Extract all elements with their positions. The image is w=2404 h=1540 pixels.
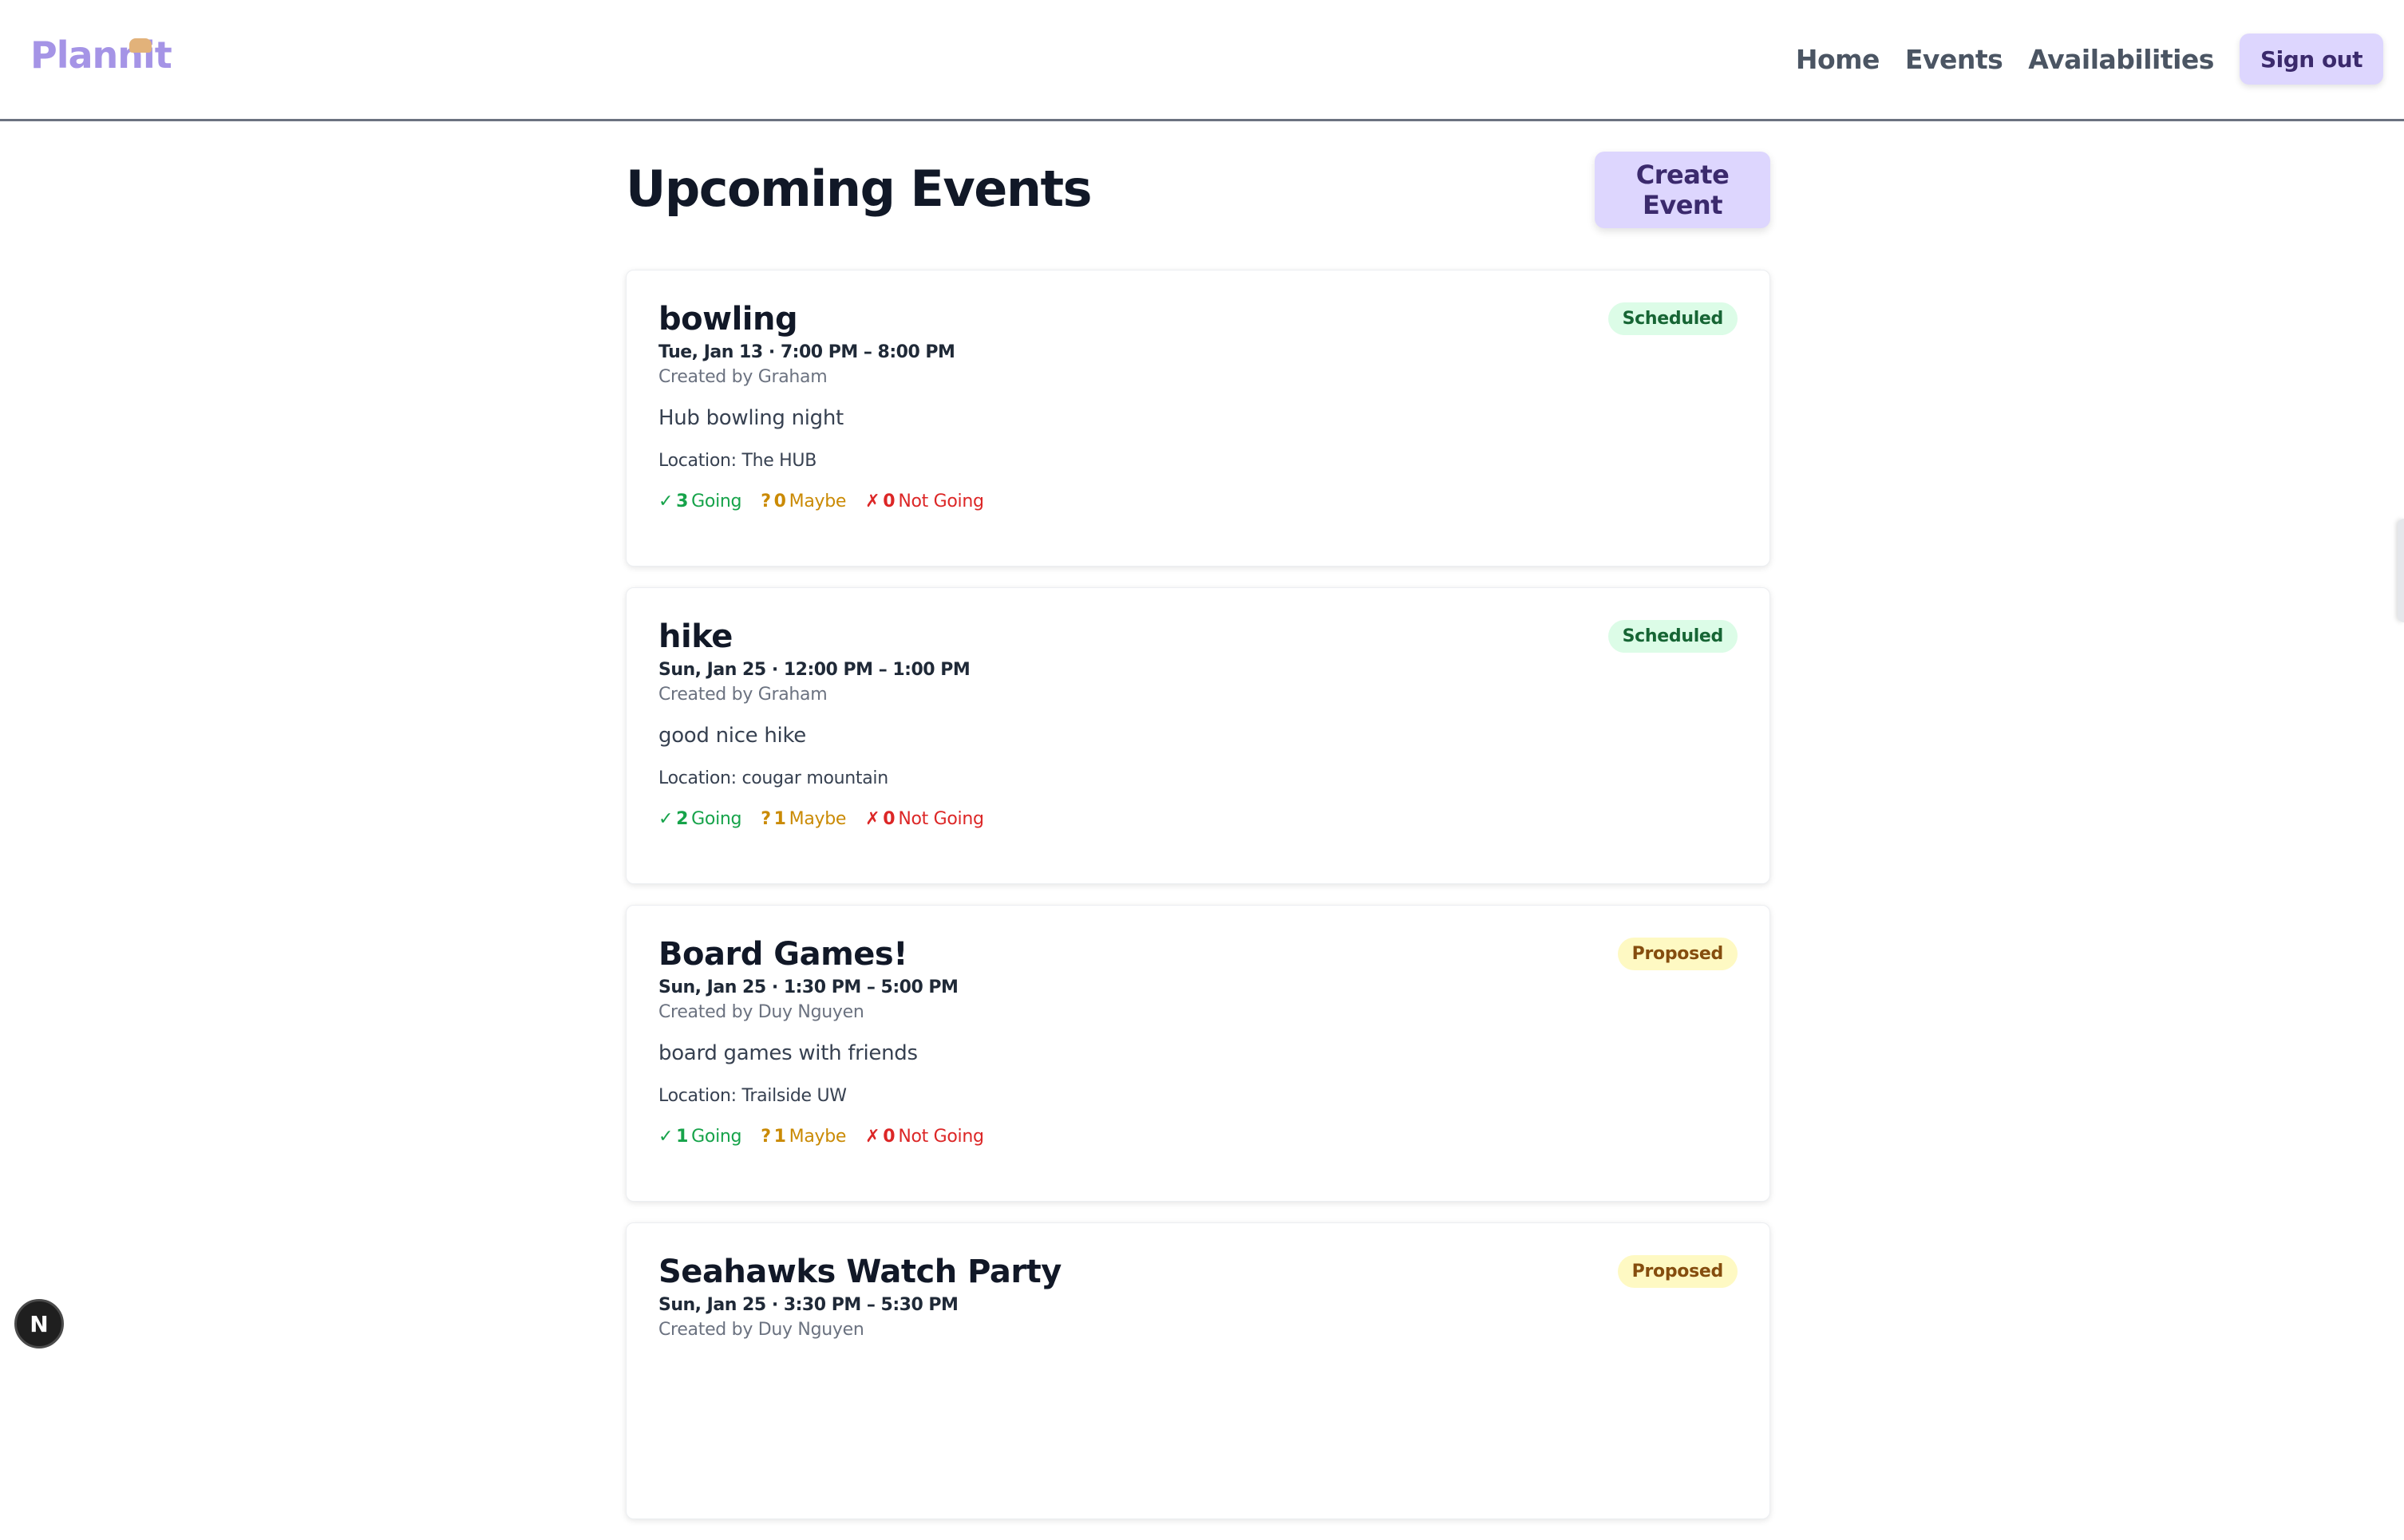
check-icon: ✓ (658, 1127, 674, 1147)
event-datetime: Sun, Jan 25 · 12:00 PM – 1:00 PM (658, 660, 971, 680)
status-badge: Proposed (1617, 1255, 1738, 1288)
event-location: Location: Trailside UW (658, 1086, 847, 1106)
event-title: hike (658, 618, 733, 655)
rsvp-going: ✓ 3 Going (658, 492, 741, 511)
maybe-label: Maybe (789, 492, 847, 511)
check-icon: ✓ (658, 492, 674, 511)
rsvp-summary: ✓ 2 Going ? 1 Maybe ✗ 0 Not Going (658, 809, 1738, 829)
question-icon: ? (761, 1127, 771, 1147)
cross-icon: ✗ (865, 1127, 880, 1147)
maybe-count: 1 (773, 809, 786, 829)
rsvp-summary: ✓ 1 Going ? 1 Maybe ✗ 0 Not Going (658, 1127, 1738, 1147)
not-going-count: 0 (883, 1127, 896, 1147)
event-list: bowling Tue, Jan 13 · 7:00 PM – 8:00 PM … (626, 270, 1770, 1540)
going-count: 1 (676, 1127, 689, 1147)
going-label: Going (691, 809, 742, 829)
going-label: Going (691, 1127, 742, 1147)
event-datetime: Sun, Jan 25 · 1:30 PM – 5:00 PM (658, 977, 959, 997)
event-location: Location: cougar mountain (658, 768, 888, 788)
rsvp-maybe: ? 1 Maybe (761, 809, 846, 829)
not-going-count: 0 (883, 809, 896, 829)
status-badge: Scheduled (1607, 620, 1738, 653)
event-description: Hub bowling night (658, 406, 844, 430)
going-label: Going (691, 492, 742, 511)
maybe-count: 1 (773, 1127, 786, 1147)
status-badge: Scheduled (1607, 302, 1738, 335)
event-creator: Created by Graham (658, 685, 828, 705)
maybe-label: Maybe (789, 1127, 847, 1147)
event-card-hike[interactable]: hike Sun, Jan 25 · 12:00 PM – 1:00 PM Cr… (626, 587, 1770, 884)
rsvp-maybe: ? 0 Maybe (761, 492, 846, 511)
status-badge: Proposed (1617, 938, 1738, 970)
event-creator: Created by Graham (658, 367, 828, 387)
event-creator: Created by Duy Nguyen (658, 1002, 864, 1022)
event-datetime: Sun, Jan 25 · 3:30 PM – 5:30 PM (658, 1295, 959, 1315)
nav-links: Home Events Availabilities Sign out (1796, 34, 2383, 85)
rsvp-maybe: ? 1 Maybe (761, 1127, 846, 1147)
event-description: board games with friends (658, 1041, 918, 1065)
event-creator: Created by Duy Nguyen (658, 1320, 864, 1340)
rsvp-not-going: ✗ 0 Not Going (865, 809, 984, 829)
cross-icon: ✗ (865, 492, 880, 511)
nextjs-dev-badge[interactable]: N (14, 1299, 64, 1348)
event-title: bowling (658, 301, 798, 338)
sign-out-button[interactable]: Sign out (2239, 34, 2383, 85)
event-card-seahawks-watch-party[interactable]: Seahawks Watch Party Sun, Jan 25 · 3:30 … (626, 1222, 1770, 1519)
maybe-label: Maybe (789, 809, 847, 829)
event-description: good nice hike (658, 724, 806, 748)
not-going-label: Not Going (898, 1127, 984, 1147)
page-title: Upcoming Events (626, 160, 1093, 218)
nav-events-link[interactable]: Events (1905, 44, 2003, 75)
plannit-logo[interactable]: Plannit (30, 34, 172, 77)
event-card-bowling[interactable]: bowling Tue, Jan 13 · 7:00 PM – 8:00 PM … (626, 270, 1770, 567)
nav-availabilities-link[interactable]: Availabilities (2028, 44, 2214, 75)
event-title: Board Games! (658, 936, 907, 973)
rsvp-going: ✓ 2 Going (658, 809, 741, 829)
going-count: 2 (676, 809, 689, 829)
event-location: Location: The HUB (658, 451, 817, 471)
side-edge-tab[interactable] (2398, 519, 2404, 622)
going-count: 3 (676, 492, 689, 511)
not-going-count: 0 (883, 492, 896, 511)
not-going-label: Not Going (898, 492, 984, 511)
not-going-label: Not Going (898, 809, 984, 829)
top-navbar: Plannit Home Events Availabilities Sign … (0, 0, 2404, 121)
rsvp-going: ✓ 1 Going (658, 1127, 741, 1147)
rsvp-not-going: ✗ 0 Not Going (865, 1127, 984, 1147)
event-card-board-games[interactable]: Board Games! Sun, Jan 25 · 1:30 PM – 5:0… (626, 905, 1770, 1202)
rsvp-not-going: ✗ 0 Not Going (865, 492, 984, 511)
check-icon: ✓ (658, 809, 674, 829)
cross-icon: ✗ (865, 809, 880, 829)
question-icon: ? (761, 492, 771, 511)
question-icon: ? (761, 809, 771, 829)
create-event-button[interactable]: Create Event (1595, 152, 1770, 228)
logo-hat-icon (129, 38, 152, 53)
rsvp-summary: ✓ 3 Going ? 0 Maybe ✗ 0 Not Going (658, 492, 1738, 511)
maybe-count: 0 (773, 492, 786, 511)
event-title: Seahawks Watch Party (658, 1254, 1062, 1290)
event-datetime: Tue, Jan 13 · 7:00 PM – 8:00 PM (658, 342, 955, 362)
nav-home-link[interactable]: Home (1796, 44, 1880, 75)
